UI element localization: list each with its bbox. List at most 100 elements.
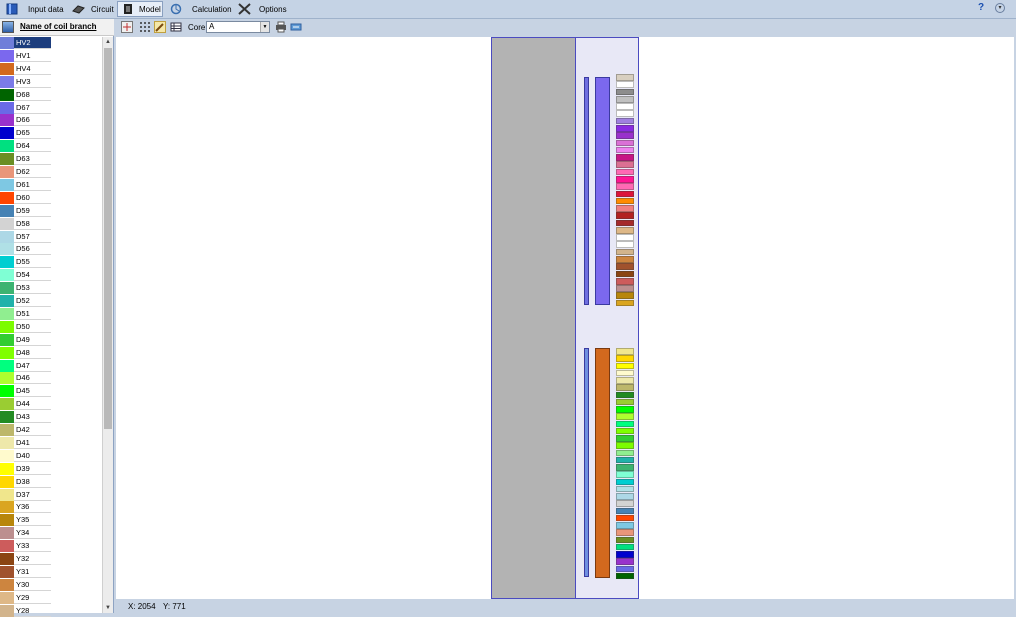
disc-segment[interactable] — [616, 456, 634, 464]
disc-segment[interactable] — [616, 146, 634, 154]
disc-segment[interactable] — [616, 241, 634, 249]
disc-segment[interactable] — [616, 139, 634, 147]
disc-segment[interactable] — [616, 464, 634, 471]
disc-segment[interactable] — [616, 74, 634, 81]
model-canvas[interactable] — [116, 37, 1014, 599]
scroll-thumb[interactable] — [104, 48, 112, 429]
disc-segment[interactable] — [616, 219, 634, 227]
disc-segment[interactable] — [616, 154, 634, 161]
disc-segment[interactable] — [616, 183, 634, 190]
upper-inner-winding[interactable] — [584, 77, 589, 305]
coil-branch-row[interactable]: D48 — [0, 346, 51, 359]
coil-branch-row[interactable]: D63 — [0, 153, 51, 166]
coil-branch-row[interactable]: HV3 — [0, 75, 51, 88]
disc-segment[interactable] — [616, 493, 634, 500]
disc-segment[interactable] — [616, 435, 634, 442]
disc-segment[interactable] — [616, 205, 634, 212]
lower-inner-winding[interactable] — [584, 348, 589, 577]
coil-branch-row[interactable]: D60 — [0, 191, 51, 204]
disc-segment[interactable] — [616, 449, 634, 457]
coil-branch-row[interactable]: Y30 — [0, 578, 51, 591]
chevron-down-icon[interactable]: ▼ — [260, 22, 269, 32]
disc-segment[interactable] — [616, 406, 634, 413]
disc-segment[interactable] — [616, 256, 634, 263]
disc-segment[interactable] — [616, 299, 634, 307]
disc-segment[interactable] — [616, 369, 634, 377]
coil-branch-row[interactable]: Y28 — [0, 604, 51, 617]
model-tab[interactable]: Model — [117, 1, 163, 17]
disc-segment[interactable] — [616, 197, 634, 205]
disc-segment[interactable] — [616, 485, 634, 493]
circuit-tab[interactable]: Circuit — [72, 1, 114, 17]
coil-branch-row[interactable]: D50 — [0, 320, 51, 333]
coil-branch-row[interactable]: D42 — [0, 424, 51, 436]
coil-branch-row[interactable]: Y34 — [0, 527, 51, 540]
disc-segment[interactable] — [616, 471, 634, 478]
coil-branch-row[interactable]: D62 — [0, 166, 51, 178]
disc-segment[interactable] — [616, 103, 634, 110]
disc-segment[interactable] — [616, 536, 634, 544]
coil-branch-row[interactable]: Y35 — [0, 514, 51, 527]
upper-disc-stack[interactable] — [616, 74, 634, 307]
coil-branch-title[interactable]: Name of coil branch — [20, 22, 96, 31]
disc-segment[interactable] — [616, 543, 634, 551]
coil-branch-row[interactable]: D66 — [0, 114, 51, 127]
coil-branch-row[interactable]: D47 — [0, 359, 51, 372]
table-icon[interactable] — [170, 21, 182, 33]
disc-segment[interactable] — [616, 226, 634, 234]
grid-dots-icon[interactable] — [139, 21, 151, 33]
disc-segment[interactable] — [616, 362, 634, 370]
options-tab[interactable]: Options — [238, 1, 287, 17]
calculation-tab[interactable]: Calculation — [170, 1, 232, 17]
coil-branch-row[interactable]: Y36 — [0, 501, 51, 514]
coil-branch-row[interactable]: D56 — [0, 243, 51, 256]
disc-segment[interactable] — [616, 442, 634, 449]
disc-segment[interactable] — [616, 558, 634, 565]
disc-segment[interactable] — [616, 81, 634, 88]
disc-segment[interactable] — [616, 551, 634, 558]
coil-branch-row[interactable]: D38 — [0, 475, 51, 488]
lower-main-winding[interactable] — [595, 348, 610, 578]
scroll-up-icon[interactable]: ▲ — [104, 38, 112, 46]
coil-branch-row[interactable]: D45 — [0, 385, 51, 398]
disc-segment[interactable] — [616, 270, 634, 278]
disc-segment[interactable] — [616, 529, 634, 536]
disc-segment[interactable] — [616, 263, 634, 270]
coil-branch-row[interactable]: D51 — [0, 307, 51, 320]
disc-segment[interactable] — [616, 355, 634, 362]
coil-branch-row[interactable]: D53 — [0, 282, 51, 295]
disc-segment[interactable] — [616, 110, 634, 118]
disc-segment[interactable] — [616, 234, 634, 241]
disc-segment[interactable] — [616, 117, 634, 125]
disc-segment[interactable] — [616, 212, 634, 220]
disc-segment[interactable] — [616, 384, 634, 391]
coil-branch-row[interactable]: D41 — [0, 436, 51, 449]
disc-segment[interactable] — [616, 420, 634, 428]
coil-branch-row[interactable]: D52 — [0, 295, 51, 307]
coil-branch-row[interactable]: D54 — [0, 269, 51, 282]
disc-segment[interactable] — [616, 398, 634, 406]
chevron-down-icon[interactable]: ▾ — [995, 3, 1005, 13]
coil-branch-row[interactable]: Y29 — [0, 591, 51, 604]
coil-branch-row[interactable]: D67 — [0, 101, 51, 114]
coil-branch-row[interactable]: Y33 — [0, 540, 51, 553]
coil-branch-row[interactable]: D44 — [0, 398, 51, 411]
disc-segment[interactable] — [616, 565, 634, 573]
disc-segment[interactable] — [616, 500, 634, 507]
disc-segment[interactable] — [616, 168, 634, 176]
coil-branch-row[interactable]: D39 — [0, 462, 51, 475]
coil-branch-row[interactable]: D40 — [0, 449, 51, 462]
coil-branch-row[interactable]: D61 — [0, 178, 51, 191]
disc-segment[interactable] — [616, 95, 634, 103]
lower-disc-stack[interactable] — [616, 348, 634, 580]
disc-segment[interactable] — [616, 413, 634, 420]
coil-branch-row[interactable]: Y31 — [0, 565, 51, 578]
disc-segment[interactable] — [616, 190, 634, 198]
coil-branch-row[interactable]: D43 — [0, 411, 51, 424]
disc-segment[interactable] — [616, 124, 634, 132]
grid-icon[interactable] — [2, 21, 14, 33]
disc-segment[interactable] — [616, 248, 634, 256]
coil-branch-row[interactable]: D37 — [0, 488, 51, 501]
disc-segment[interactable] — [616, 377, 634, 384]
coil-branch-row[interactable]: D49 — [0, 333, 51, 346]
